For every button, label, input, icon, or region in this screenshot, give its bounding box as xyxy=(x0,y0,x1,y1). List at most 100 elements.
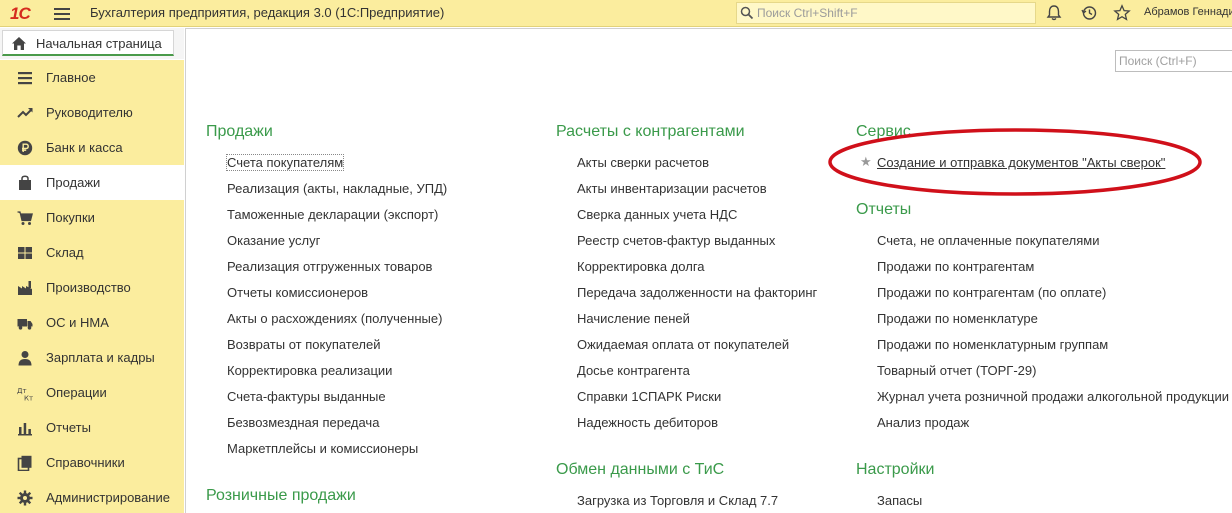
section-title-reports: Отчеты xyxy=(856,201,912,218)
link-penalties[interactable]: Начисление пеней xyxy=(577,311,690,326)
sidebar-item-main[interactable]: Главное xyxy=(0,60,184,95)
link-marketplaces[interactable]: Маркетплейсы и комиссионеры xyxy=(227,441,418,456)
sidebar-item-label: Главное xyxy=(46,70,96,85)
link-torg29[interactable]: Товарный отчет (ТОРГ-29) xyxy=(877,363,1036,378)
link-sales-adjustment[interactable]: Корректировка реализации xyxy=(227,363,392,378)
sidebar-item-bank[interactable]: Банк и касса xyxy=(0,130,184,165)
section-title-service: Сервис xyxy=(856,123,911,140)
sidebar-item-label: ОС и НМА xyxy=(46,315,109,330)
link-customs-declarations[interactable]: Таможенные декларации (экспорт) xyxy=(227,207,438,222)
link-unpaid-invoices[interactable]: Счета, не оплаченные покупателями xyxy=(877,233,1099,248)
sidebar: Главное Руководителю Банк и касса Продаж… xyxy=(0,60,184,513)
sidebar-item-purchases[interactable]: Покупки xyxy=(0,200,184,235)
link-import-tis[interactable]: Загрузка из Торговля и Склад 7.7 xyxy=(577,493,778,508)
truck-icon xyxy=(17,319,33,330)
app-title: Бухгалтерия предприятия, редакция 3.0 (1… xyxy=(90,5,445,20)
link-sales-by-item[interactable]: Продажи по номенклатуре xyxy=(877,311,1038,326)
gear-icon xyxy=(17,490,33,506)
link-services[interactable]: Оказание услуг xyxy=(227,233,320,248)
sidebar-item-fixed-assets[interactable]: ОС и НМА xyxy=(0,305,184,340)
sidebar-item-label: Зарплата и кадры xyxy=(46,350,155,365)
sidebar-item-production[interactable]: Производство xyxy=(0,270,184,305)
warehouse-icon xyxy=(18,247,32,259)
section-title-settings: Настройки xyxy=(856,461,935,478)
sidebar-item-operations[interactable]: Дт Кт Операции xyxy=(0,375,184,410)
global-search-input[interactable] xyxy=(757,4,1027,22)
tab-home[interactable]: Начальная страница xyxy=(2,30,174,56)
sidebar-item-warehouse[interactable]: Склад xyxy=(0,235,184,270)
section-search[interactable] xyxy=(1115,50,1232,72)
link-gratuitous-transfer[interactable]: Безвозмездная передача xyxy=(227,415,379,430)
link-reconciliation-acts[interactable]: Акты сверки расчетов xyxy=(577,155,709,170)
global-search[interactable] xyxy=(736,2,1036,24)
history-icon[interactable] xyxy=(1080,4,1098,22)
link-vat-reconciliation[interactable]: Сверка данных учета НДС xyxy=(577,207,737,222)
link-customer-invoices[interactable]: Счета покупателям xyxy=(225,154,345,171)
ruble-icon xyxy=(17,140,33,156)
section-title-sales: Продажи xyxy=(206,123,273,140)
link-shipped-goods[interactable]: Реализация отгруженных товаров xyxy=(227,259,432,274)
link-reconciliation-service[interactable]: Создание и отправка документов "Акты све… xyxy=(877,155,1165,170)
menu-icon xyxy=(18,72,32,85)
dt-kt-icon: ДтКт xyxy=(17,387,33,402)
link-alcohol-journal[interactable]: Журнал учета розничной продажи алкогольн… xyxy=(877,389,1229,404)
top-bar: 1С Бухгалтерия предприятия, редакция 3.0… xyxy=(0,0,1232,27)
link-spark-risks[interactable]: Справки 1СПАРК Риски xyxy=(577,389,721,404)
tab-row: Начальная страница xyxy=(0,28,184,59)
bar-chart-icon xyxy=(18,423,32,436)
search-icon xyxy=(740,6,754,20)
link-customer-returns[interactable]: Возвраты от покупателей xyxy=(227,337,381,352)
sidebar-item-label: Банк и касса xyxy=(46,140,123,155)
link-counterparty-dossier[interactable]: Досье контрагента xyxy=(577,363,690,378)
books-icon xyxy=(17,455,32,471)
sidebar-item-payroll[interactable]: Зарплата и кадры xyxy=(0,340,184,375)
link-invoice-register[interactable]: Реестр счетов-фактур выданных xyxy=(577,233,775,248)
home-icon xyxy=(12,37,26,50)
sidebar-item-manager[interactable]: Руководителю xyxy=(0,95,184,130)
link-debtor-reliability[interactable]: Надежность дебиторов xyxy=(577,415,718,430)
user-name[interactable]: Абрамов Геннадий xyxy=(1144,6,1232,18)
app-logo: 1С xyxy=(10,4,31,23)
section-search-input[interactable] xyxy=(1116,51,1232,71)
trend-icon xyxy=(17,108,33,118)
link-factoring[interactable]: Передача задолженности на факторинг xyxy=(577,285,817,300)
factory-icon xyxy=(18,281,32,295)
link-inventory-settings[interactable]: Запасы xyxy=(877,493,922,508)
sidebar-item-reports[interactable]: Отчеты xyxy=(0,410,184,445)
link-sales-by-counterparty-payment[interactable]: Продажи по контрагентам (по оплате) xyxy=(877,285,1106,300)
section-title-settlements: Расчеты с контрагентами xyxy=(556,123,745,140)
svg-text:Кт: Кт xyxy=(24,395,33,402)
tab-home-label: Начальная страница xyxy=(36,36,162,51)
favorite-star-icon[interactable]: ★ xyxy=(860,154,872,170)
section-title-retail: Розничные продажи xyxy=(206,487,356,504)
person-icon xyxy=(18,351,32,366)
link-sales-by-counterparty[interactable]: Продажи по контрагентам xyxy=(877,259,1034,274)
link-debt-adjustment[interactable]: Корректировка долга xyxy=(577,259,705,274)
sidebar-item-administration[interactable]: Администрирование xyxy=(0,480,184,513)
link-sales-documents[interactable]: Реализация (акты, накладные, УПД) xyxy=(227,181,447,196)
link-sales-by-item-group[interactable]: Продажи по номенклатурным группам xyxy=(877,337,1108,352)
favorites-star-icon[interactable] xyxy=(1113,4,1131,22)
sidebar-item-label: Продажи xyxy=(46,175,101,190)
bag-icon xyxy=(19,175,31,190)
sidebar-item-label: Руководителю xyxy=(46,105,133,120)
sidebar-item-label: Справочники xyxy=(46,455,125,470)
section-title-exchange: Обмен данными с ТиС xyxy=(556,461,725,478)
sidebar-item-label: Отчеты xyxy=(46,420,91,435)
main-menu-icon[interactable] xyxy=(54,8,70,20)
link-sales-analysis[interactable]: Анализ продаж xyxy=(877,415,969,430)
cart-icon xyxy=(17,211,33,225)
sidebar-item-label: Администрирование xyxy=(46,490,170,505)
link-expected-payment[interactable]: Ожидаемая оплата от покупателей xyxy=(577,337,789,352)
link-discrepancy-acts[interactable]: Акты о расхождениях (полученные) xyxy=(227,311,442,326)
sidebar-item-catalogs[interactable]: Справочники xyxy=(0,445,184,480)
sidebar-item-label: Производство xyxy=(46,280,131,295)
sidebar-item-label: Покупки xyxy=(46,210,95,225)
main-panel: Продажи Счета покупателям Реализация (ак… xyxy=(185,28,1232,513)
sidebar-item-label: Операции xyxy=(46,385,107,400)
bell-icon[interactable] xyxy=(1045,4,1063,22)
link-commissioner-reports[interactable]: Отчеты комиссионеров xyxy=(227,285,368,300)
link-inventory-acts[interactable]: Акты инвентаризации расчетов xyxy=(577,181,767,196)
link-issued-invoices[interactable]: Счета-фактуры выданные xyxy=(227,389,386,404)
sidebar-item-sales[interactable]: Продажи xyxy=(0,165,184,200)
